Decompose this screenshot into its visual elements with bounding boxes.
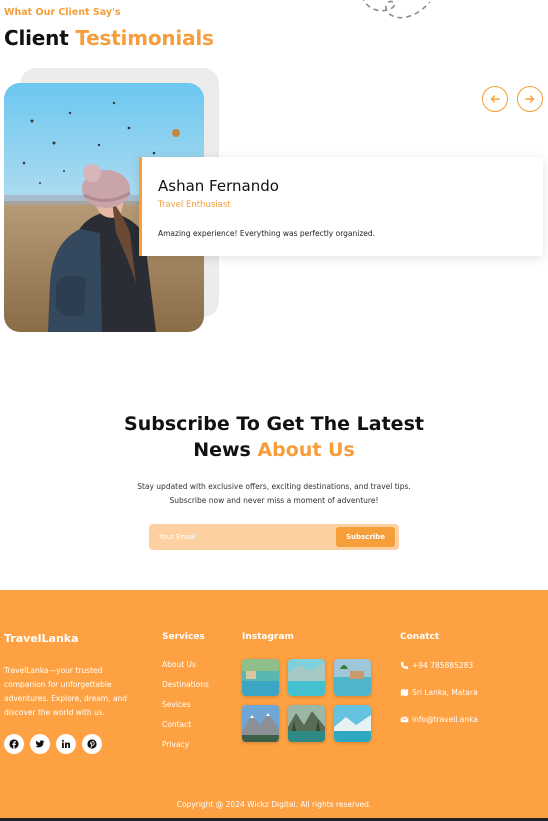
social-links: [4, 734, 102, 754]
instagram-grid: [242, 659, 371, 742]
dashed-path-decoration: [362, 0, 431, 19]
contact-email[interactable]: info@travell.anka: [400, 715, 478, 724]
services-link-destinations[interactable]: Destinations: [162, 680, 209, 700]
twitter-icon: [35, 740, 45, 748]
prev-testimonial-button[interactable]: [482, 86, 508, 112]
services-list: About Us Destinations Sevices Contact Pr…: [162, 660, 209, 760]
twitter-link[interactable]: [30, 734, 50, 754]
linkedin-link[interactable]: [56, 734, 76, 754]
instagram-photo[interactable]: [242, 705, 279, 742]
subscribe-title-plain: News: [193, 439, 251, 461]
subscribe-form: Subscribe: [149, 524, 399, 550]
services-link-about[interactable]: About Us: [162, 660, 209, 680]
services-link-services[interactable]: Sevices: [162, 700, 209, 720]
subscribe-desc-line1: Stay updated with exclusive offers, exci…: [137, 482, 411, 491]
map-icon: [400, 688, 409, 697]
instagram-photo[interactable]: [334, 659, 371, 696]
contact-location: Sri Lanka, Matara: [400, 688, 478, 697]
testimonial-role: Travel Enthusiast: [158, 200, 231, 210]
testimonial-name: Ashan Fernando: [158, 177, 279, 195]
arrow-right-icon: [525, 95, 535, 103]
linkedin-icon: [61, 739, 70, 748]
services-heading: Services: [162, 632, 205, 642]
footer-brand: TravelLanka: [4, 632, 79, 645]
facebook-link[interactable]: [4, 734, 24, 754]
pinterest-icon: [87, 739, 97, 749]
instagram-photo[interactable]: [288, 705, 325, 742]
testimonials-title-accent: Testimonials: [75, 26, 214, 50]
testimonials-title-plain: Client: [4, 26, 69, 50]
subscribe-title-line1: Subscribe To Get The Latest: [124, 413, 424, 435]
footer-brand-desc: TravelLanka—your trusted companion for u…: [4, 666, 128, 717]
copyright: Copyright @ 2024 Wickz Digital. All righ…: [176, 800, 372, 809]
instagram-photo[interactable]: [288, 659, 325, 696]
pinterest-link[interactable]: [82, 734, 102, 754]
testimonials-eyebrow: What Our Client Say's: [4, 7, 121, 18]
phone-icon: [400, 661, 409, 670]
subscribe-button[interactable]: Subscribe: [336, 527, 395, 547]
instagram-heading: Instagram: [242, 632, 294, 642]
email-input[interactable]: [149, 524, 335, 550]
envelope-icon: [400, 716, 409, 723]
testimonial-card: Ashan Fernando Travel Enthusiast Amazing…: [139, 157, 543, 256]
subscribe-title-line2: News About Us: [0, 439, 548, 461]
contact-phone[interactable]: +94 785885283: [400, 661, 473, 670]
arrow-left-icon: [490, 95, 500, 103]
testimonials-title: Client Testimonials: [4, 26, 214, 50]
next-testimonial-button[interactable]: [517, 86, 543, 112]
facebook-icon: [9, 739, 19, 749]
instagram-photo[interactable]: [334, 705, 371, 742]
contact-heading: Conatct: [400, 632, 440, 642]
subscribe-desc-line2: Subscribe now and never miss a moment of…: [169, 496, 379, 505]
subscribe-title-accent: About Us: [257, 439, 355, 461]
contact-phone-text: +94 785885283: [412, 661, 474, 670]
services-link-contact[interactable]: Contact: [162, 720, 209, 740]
services-link-privacy[interactable]: Privacy: [162, 740, 209, 760]
testimonial-text: Amazing experience! Everything was perfe…: [158, 229, 376, 238]
instagram-photo[interactable]: [242, 659, 279, 696]
contact-email-text: info@travell.anka: [412, 715, 478, 724]
footer: TravelLanka TravelLanka—your trusted com…: [0, 590, 548, 821]
contact-location-text: Sri Lanka, Matara: [412, 688, 478, 697]
